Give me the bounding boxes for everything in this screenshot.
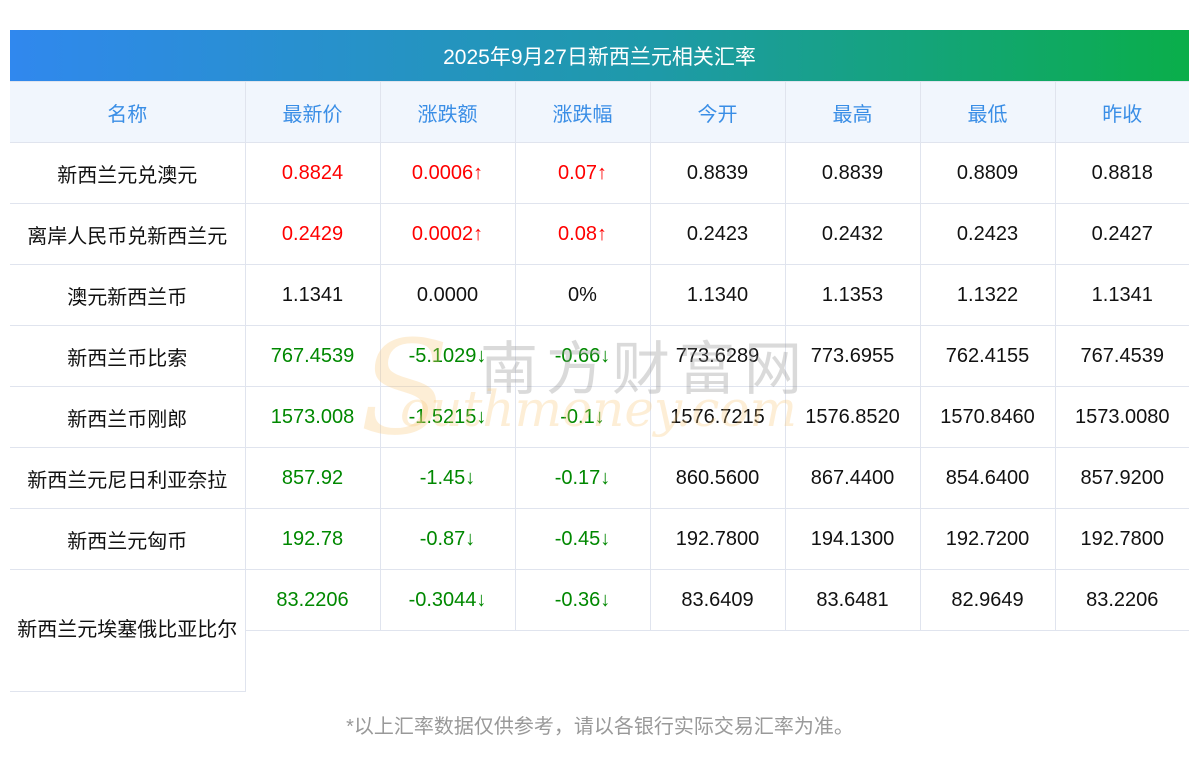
low-price: 762.4155 — [919, 325, 1056, 387]
high-price: 0.8839 — [784, 142, 921, 204]
open-price: 1.1340 — [649, 264, 786, 326]
currency-pair-name: 新西兰元尼日利亚奈拉 — [10, 447, 246, 509]
prev-close: 192.7800 — [1054, 508, 1189, 570]
table-row: 新西兰元匈币 192.78 -0.87↓ -0.45↓ 192.7800 194.1300… — [10, 508, 1189, 570]
currency-pair-name: 新西兰元匈币 — [10, 508, 246, 570]
change-percent: -0.45↓ — [514, 508, 651, 570]
column-header: 今开 — [649, 81, 786, 143]
high-price: 1576.8520 — [784, 386, 921, 448]
open-price: 0.8839 — [649, 142, 786, 204]
column-header: 最新价 — [244, 81, 381, 143]
column-header: 涨跌幅 — [514, 81, 651, 143]
high-price: 773.6955 — [784, 325, 921, 387]
currency-pair-name: 新西兰元埃塞俄比亚比尔 — [10, 569, 246, 692]
low-price: 82.9649 — [919, 569, 1056, 631]
empty-cell — [245, 631, 1189, 692]
high-price: 867.4400 — [784, 447, 921, 509]
change-amount: 0.0000 — [379, 264, 516, 326]
change-percent: 0% — [514, 264, 651, 326]
column-header: 名称 — [10, 81, 246, 143]
prev-close: 857.9200 — [1054, 447, 1189, 509]
latest-price: 767.4539 — [244, 325, 381, 387]
open-price: 860.5600 — [649, 447, 786, 509]
currency-pair-name: 离岸人民币兑新西兰元 — [10, 203, 246, 265]
change-amount: -1.5215↓ — [379, 386, 516, 448]
disclaimer: *以上汇率数据仅供参考，请以各银行实际交易汇率为准。 — [346, 716, 854, 738]
open-price: 192.7800 — [649, 508, 786, 570]
latest-price: 83.2206 — [244, 569, 381, 631]
change-amount: -0.3044↓ — [379, 569, 516, 631]
column-header: 昨收 — [1054, 81, 1189, 143]
latest-price: 1.1341 — [244, 264, 381, 326]
low-price: 0.2423 — [919, 203, 1056, 265]
high-price: 194.1300 — [784, 508, 921, 570]
low-price: 1.1322 — [919, 264, 1056, 326]
change-amount: 0.0002↑ — [379, 203, 516, 265]
high-price: 83.6481 — [784, 569, 921, 631]
prev-close: 0.2427 — [1054, 203, 1189, 265]
table-title: 2025年9月27日新西兰元相关汇率 — [10, 30, 1189, 81]
prev-close: 0.8818 — [1054, 142, 1189, 204]
high-price: 0.2432 — [784, 203, 921, 265]
column-header: 最高 — [784, 81, 921, 143]
open-price: 83.6409 — [649, 569, 786, 631]
change-percent: -0.36↓ — [514, 569, 651, 631]
low-price: 192.7200 — [919, 508, 1056, 570]
table-row: 离岸人民币兑新西兰元 0.2429 0.0002↑ 0.08↑ 0.2423 0.2432… — [10, 203, 1189, 265]
prev-close: 767.4539 — [1054, 325, 1189, 387]
change-percent: -0.17↓ — [514, 447, 651, 509]
open-price: 1576.7215 — [649, 386, 786, 448]
column-header: 涨跌额 — [379, 81, 516, 143]
latest-price: 857.92 — [244, 447, 381, 509]
low-price: 0.8809 — [919, 142, 1056, 204]
low-price: 1570.8460 — [919, 386, 1056, 448]
latest-price: 192.78 — [244, 508, 381, 570]
change-percent: 0.07↑ — [514, 142, 651, 204]
table-row: 新西兰元尼日利亚奈拉 857.92 -1.45↓ -0.17↓ 860.5600 867.… — [10, 447, 1189, 509]
latest-price: 0.8824 — [244, 142, 381, 204]
table-row: 新西兰元埃塞俄比亚比尔 83.2206 -0.3044↓ -0.36↓ 83.6409 8… — [10, 569, 1189, 692]
open-price: 0.2423 — [649, 203, 786, 265]
header-row: 名称 最新价 涨跌额 涨跌幅 今开 最高 最低 昨收 — [10, 81, 1189, 143]
open-price: 773.6289 — [649, 325, 786, 387]
change-amount: -5.1029↓ — [379, 325, 516, 387]
currency-pair-name: 新西兰币刚郎 — [10, 386, 246, 448]
currency-pair-name: 新西兰元兑澳元 — [10, 142, 246, 204]
latest-price: 0.2429 — [244, 203, 381, 265]
low-price: 854.6400 — [919, 447, 1056, 509]
table-row: 澳元新西兰币 1.1341 0.0000 0% 1.1340 1.1353 1.1322 1.… — [10, 264, 1189, 326]
table-row: 新西兰元兑澳元 0.8824 0.0006↑ 0.07↑ 0.8839 0.8839 0.8… — [10, 142, 1189, 204]
currency-pair-name: 澳元新西兰币 — [10, 264, 246, 326]
change-amount: -1.45↓ — [379, 447, 516, 509]
column-header: 最低 — [919, 81, 1056, 143]
prev-close: 1.1341 — [1054, 264, 1189, 326]
high-price: 1.1353 — [784, 264, 921, 326]
currency-pair-name: 新西兰币比索 — [10, 325, 246, 387]
prev-close: 1573.0080 — [1054, 386, 1189, 448]
change-amount: -0.87↓ — [379, 508, 516, 570]
table-row: 新西兰币刚郎 1573.008 -1.5215↓ -0.1↓ 1576.7215 1576… — [10, 386, 1189, 448]
change-percent: 0.08↑ — [514, 203, 651, 265]
change-percent: -0.66↓ — [514, 325, 651, 387]
change-amount: 0.0006↑ — [379, 142, 516, 204]
exchange-rate-table: 名称 最新价 涨跌额 涨跌幅 今开 最高 最低 昨收 新西兰元兑澳元 0.8824 0.0006↑… — [10, 81, 1189, 692]
latest-price: 1573.008 — [244, 386, 381, 448]
prev-close: 83.2206 — [1054, 569, 1189, 631]
table-row: 新西兰币比索 767.4539 -5.1029↓ -0.66↓ 773.6289 773.… — [10, 325, 1189, 387]
change-percent: -0.1↓ — [514, 386, 651, 448]
